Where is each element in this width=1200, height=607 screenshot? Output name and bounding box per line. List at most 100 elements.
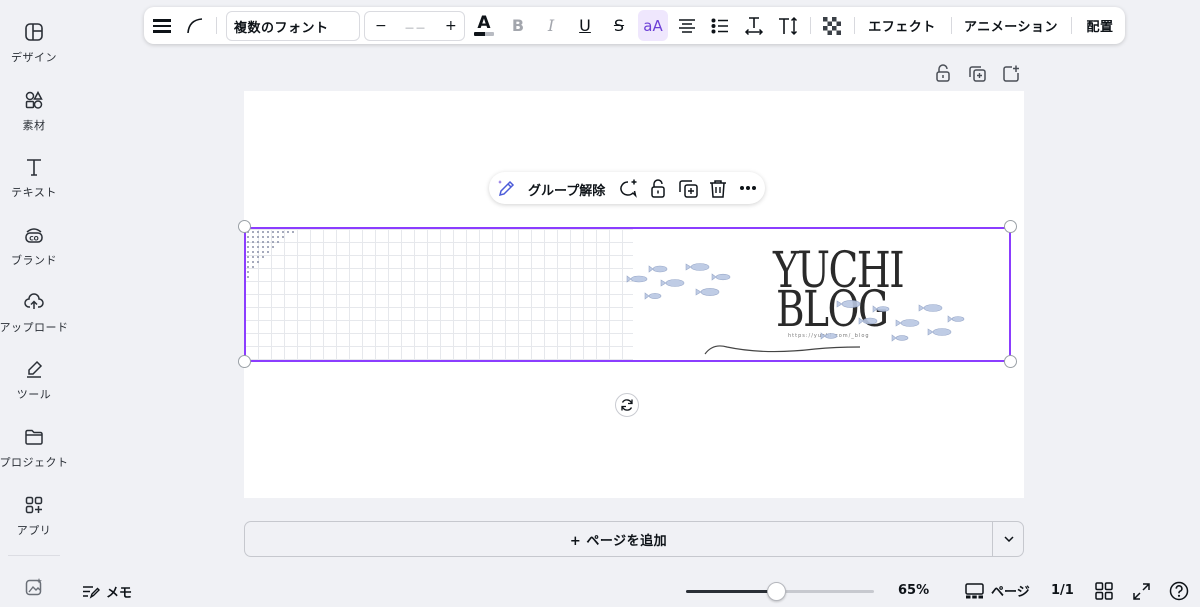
zoom-slider-fill xyxy=(686,590,776,593)
italic-button[interactable]: I xyxy=(538,7,564,44)
pages-button[interactable]: ページ xyxy=(965,581,1030,600)
align-button[interactable] xyxy=(674,7,700,44)
text-toolbar: 複数のフォント − －－ + A B I U S aA エフェクト アニメーショ… xyxy=(144,7,1125,44)
curve-text-button[interactable] xyxy=(182,7,208,44)
font-family-select[interactable]: 複数のフォント xyxy=(226,11,360,41)
toolbar-divider xyxy=(216,17,217,34)
notes-icon xyxy=(82,585,100,599)
apps-icon xyxy=(23,494,45,516)
bold-button[interactable]: B xyxy=(505,7,531,44)
sidebar-item-apps[interactable]: アプリ xyxy=(0,494,68,538)
help-icon xyxy=(1169,581,1189,601)
effects-button[interactable]: エフェクト xyxy=(866,7,938,44)
left-sidebar: デザイン 素材 テキスト CO ブランド アップロード ツール プロジェクト ア… xyxy=(0,0,68,607)
underline-button[interactable]: U xyxy=(572,7,598,44)
zoom-slider[interactable] xyxy=(686,582,874,601)
zoom-level[interactable]: 65% xyxy=(898,583,929,598)
letter-spacing-icon xyxy=(744,16,764,36)
sidebar-divider xyxy=(8,555,60,556)
text-size-auto-button[interactable] xyxy=(775,7,801,44)
sidebar-item-label: 素材 xyxy=(22,119,46,132)
sidebar-item-elements[interactable]: 素材 xyxy=(0,89,68,133)
more-options-button[interactable] xyxy=(737,177,759,199)
font-size-stepper[interactable]: − －－ + xyxy=(364,11,465,41)
resize-handle-top-left[interactable] xyxy=(238,220,251,233)
grid-view-button[interactable] xyxy=(1094,581,1114,601)
strikethrough-button[interactable]: S xyxy=(606,7,632,44)
size-plus-button[interactable]: + xyxy=(445,18,457,34)
menu-lines-icon xyxy=(153,18,171,34)
letter-case-button[interactable]: aA xyxy=(638,10,668,41)
sidebar-item-label: ブランド xyxy=(11,254,57,267)
sidebar-item-label: プロジェクト xyxy=(0,456,69,469)
curve-icon xyxy=(186,17,204,35)
line-spacing-button[interactable] xyxy=(150,7,174,44)
delete-button[interactable] xyxy=(707,177,729,199)
text-color-button[interactable]: A xyxy=(471,7,497,44)
selection-frame xyxy=(244,227,1011,362)
toolbar-divider xyxy=(810,17,811,34)
lock-page-button[interactable] xyxy=(934,64,952,82)
add-page-icon-button[interactable] xyxy=(1002,64,1020,82)
lock-button[interactable] xyxy=(647,177,669,199)
resize-handle-top-right[interactable] xyxy=(1004,220,1017,233)
sidebar-item-brand[interactable]: CO ブランド xyxy=(0,224,68,268)
sidebar-item-label: アプリ xyxy=(16,524,52,537)
ungroup-button[interactable]: グループ解除 xyxy=(528,180,605,199)
sidebar-item-upload[interactable]: アップロード xyxy=(0,291,68,335)
animation-button[interactable]: アニメーション xyxy=(963,7,1059,44)
duplicate-icon xyxy=(678,179,698,198)
magic-media-icon xyxy=(23,576,45,598)
sidebar-item-projects[interactable]: プロジェクト xyxy=(0,426,68,470)
tools-icon xyxy=(23,358,45,380)
resize-handle-bottom-right[interactable] xyxy=(1004,355,1017,368)
position-button[interactable]: 配置 xyxy=(1083,7,1117,44)
pages-icon xyxy=(965,582,984,599)
bullet-list-icon xyxy=(711,18,729,34)
add-page-button[interactable]: + ページを追加 xyxy=(245,522,993,556)
add-page-icon xyxy=(1002,65,1020,82)
sidebar-item-label: テキスト xyxy=(11,186,57,199)
rotate-handle[interactable] xyxy=(615,393,639,417)
sidebar-item-label: ツール xyxy=(16,388,52,401)
duplicate-page-button[interactable] xyxy=(968,64,986,82)
text-color-swatch xyxy=(474,32,494,36)
notes-button[interactable]: メモ xyxy=(82,582,132,601)
toolbar-divider xyxy=(1071,17,1072,34)
unlock-icon xyxy=(935,64,951,82)
letter-spacing-button[interactable] xyxy=(741,7,767,44)
text-icon xyxy=(23,156,45,178)
comment-button[interactable] xyxy=(617,177,639,199)
text-color-glyph: A xyxy=(477,13,491,33)
resize-handle-bottom-left[interactable] xyxy=(238,355,251,368)
chevron-down-icon xyxy=(1004,536,1014,542)
list-button[interactable] xyxy=(707,7,733,44)
trash-icon xyxy=(709,179,727,198)
size-minus-button[interactable]: − xyxy=(375,18,387,34)
elements-icon xyxy=(23,89,45,111)
transparency-button[interactable] xyxy=(819,7,845,44)
more-dots-icon xyxy=(739,185,757,191)
sidebar-item-tools[interactable]: ツール xyxy=(0,358,68,402)
design-icon xyxy=(23,21,45,43)
sidebar-item-text[interactable]: テキスト xyxy=(0,156,68,200)
sidebar-item-design[interactable]: デザイン xyxy=(0,21,68,65)
zoom-slider-thumb[interactable] xyxy=(767,582,786,601)
add-page-dropdown[interactable] xyxy=(994,522,1024,556)
magic-edit-button[interactable] xyxy=(495,177,517,199)
projects-icon xyxy=(23,426,45,448)
sidebar-item-label: アップロード xyxy=(0,321,69,334)
font-size-value[interactable]: －－ xyxy=(404,20,426,36)
add-page-bar: + ページを追加 xyxy=(244,521,1024,557)
brand-icon: CO xyxy=(23,224,45,246)
sidebar-item-magic-media[interactable] xyxy=(0,576,68,598)
rotate-icon xyxy=(620,398,634,412)
duplicate-button[interactable] xyxy=(677,177,699,199)
unlock-icon xyxy=(650,178,666,198)
upload-icon xyxy=(23,291,45,313)
page-count: 1/1 xyxy=(1051,583,1074,598)
duplicate-icon xyxy=(968,65,986,82)
help-button[interactable] xyxy=(1168,580,1190,602)
expand-icon xyxy=(1132,582,1150,600)
fullscreen-button[interactable] xyxy=(1131,581,1151,601)
